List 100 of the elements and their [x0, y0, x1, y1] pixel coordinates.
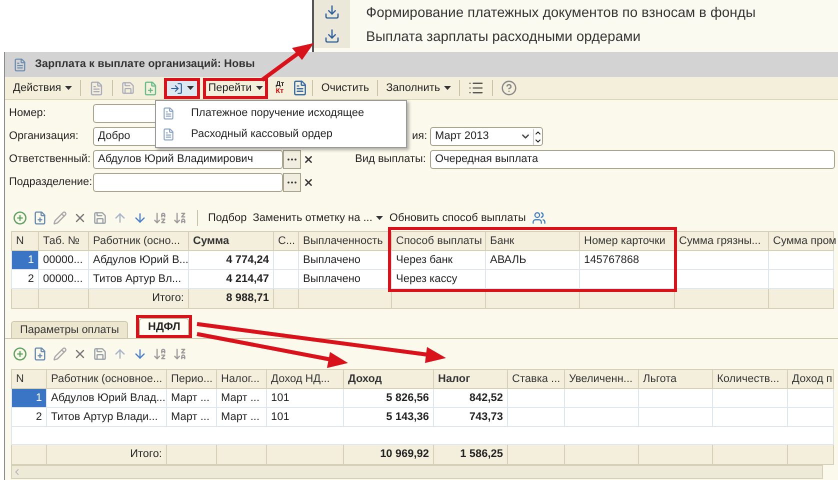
field-label: Вид выплаты:	[355, 152, 427, 168]
table-cell: 5 143,36	[386, 410, 429, 423]
download-icon	[324, 28, 340, 44]
total-cell: 1 586,25	[460, 448, 503, 460]
ellipsis-icon	[287, 181, 297, 184]
help-icon[interactable]	[501, 80, 518, 96]
delete-icon[interactable]	[73, 347, 87, 361]
column-header[interactable]: N	[16, 372, 24, 385]
move-up-icon[interactable]	[113, 211, 127, 225]
field-label: Номер:	[9, 106, 47, 122]
table-cell: Абдулов Юрий В...	[93, 254, 188, 266]
table-cell: Март ...	[221, 392, 260, 404]
close-icon	[302, 154, 314, 165]
close-icon	[302, 177, 314, 188]
table-cell: Выплачено	[303, 254, 361, 266]
field-label: ия:	[412, 129, 428, 144]
move-down-icon[interactable]	[133, 347, 147, 361]
add-icon[interactable]	[13, 347, 27, 361]
sort-ascending-icon[interactable]	[153, 347, 167, 361]
total-label: Итого:	[130, 448, 162, 460]
field-label: Ответственный:	[9, 152, 92, 168]
menu-item[interactable]: Платежное поручение исходящее	[156, 103, 406, 124]
total-label: Итого:	[152, 292, 184, 304]
table-cell: 101	[271, 392, 290, 404]
save-icon[interactable]	[93, 211, 107, 225]
new-document-icon[interactable]	[143, 80, 158, 96]
add-icon[interactable]	[13, 211, 27, 225]
fill-menu[interactable]: Заполнить	[382, 80, 456, 96]
total-cell: 10 969,92	[380, 448, 429, 460]
tab[interactable]: НДФЛ	[139, 318, 190, 335]
payment-type-field[interactable]: Очередная выплата	[430, 150, 835, 169]
table-cell: Титов Артур Влади...	[51, 410, 158, 423]
table-cell: 4 774,24	[226, 254, 269, 266]
column-header[interactable]: Сумма пром	[773, 234, 836, 247]
table-cell: Титов Артур Вл...	[93, 272, 182, 285]
department-field[interactable]	[93, 173, 283, 192]
save-icon[interactable]	[121, 81, 136, 95]
title-bar: Зарплата к выплате организаций: Новы	[5, 52, 838, 77]
total-cell: 8 988,71	[226, 292, 269, 304]
table-cell: Март ...	[221, 410, 260, 423]
document-icon	[162, 128, 175, 141]
pick-button[interactable]: Подбор	[208, 210, 247, 226]
table-cell: Абдулов Юрий Влад...	[51, 392, 166, 404]
select-button[interactable]	[283, 150, 301, 169]
field-label: Организация:	[9, 129, 80, 144]
caret-icon	[65, 86, 72, 90]
replace-mark-menu[interactable]: Заменить отметку на ...	[252, 210, 384, 226]
move-down-icon[interactable]	[133, 211, 147, 225]
refresh-method-button[interactable]: Обновить способ выплаты	[389, 210, 526, 226]
document-icon	[13, 58, 27, 72]
table-cell: АВАЛЬ	[490, 254, 526, 266]
sort-ascending-icon[interactable]	[153, 211, 167, 225]
edit-icon[interactable]	[53, 211, 67, 225]
sort-descending-icon[interactable]	[173, 347, 187, 361]
enter-document-icon	[170, 82, 184, 94]
menu-item[interactable]: Формирование платежных документов по взносам в фонды	[314, 0, 838, 24]
table-cell: Через кассу	[396, 272, 458, 285]
period-field[interactable]: Март 2013	[430, 127, 543, 146]
copy-icon[interactable]	[33, 211, 47, 225]
responsible-field[interactable]: Абдулов Юрий Владимирович	[93, 150, 283, 169]
edit-icon[interactable]	[53, 347, 67, 361]
table-cell: 00000...	[43, 254, 83, 266]
goto-menu[interactable]: Перейти	[206, 80, 265, 96]
report-icon[interactable]	[292, 80, 308, 96]
table-cell: 101	[271, 410, 290, 423]
table-cell: 842,52	[469, 392, 503, 404]
actions-menu[interactable]: Действия	[9, 80, 76, 96]
caret-icon	[444, 86, 452, 90]
decrement-icon[interactable]	[534, 136, 542, 144]
horizontal-scrollbar[interactable]	[11, 465, 823, 479]
column-header[interactable]: N	[16, 234, 24, 247]
sort-descending-icon[interactable]	[173, 211, 187, 225]
users-icon[interactable]	[532, 211, 546, 225]
save-icon[interactable]	[93, 347, 107, 361]
caret-icon	[187, 86, 194, 90]
menu-item[interactable]: Расходный кассовый ордер	[156, 124, 406, 145]
table-cell: 4 214,47	[226, 272, 269, 285]
table-cell: 00000...	[43, 272, 83, 285]
increment-icon[interactable]	[534, 128, 542, 136]
move-up-icon[interactable]	[113, 347, 127, 361]
table-cell: Март ...	[171, 392, 210, 404]
caret-icon	[256, 86, 263, 90]
select-button[interactable]	[283, 173, 301, 192]
row-number[interactable]: 2	[12, 270, 38, 288]
caret-icon	[376, 216, 384, 220]
clear-button[interactable]: Очистить	[317, 80, 374, 96]
document-icon	[162, 107, 175, 120]
tab[interactable]: Параметры оплаты	[11, 321, 128, 338]
row-number[interactable]: 1	[12, 250, 38, 270]
table-cell: 145767868	[584, 254, 640, 266]
list-icon[interactable]	[468, 80, 484, 96]
column-header[interactable]: Банк	[490, 234, 514, 247]
table-cell: 5 826,56	[386, 392, 429, 404]
row-number[interactable]: 1	[12, 388, 46, 408]
row-number[interactable]: 2	[12, 408, 46, 426]
delete-icon[interactable]	[73, 211, 87, 225]
document-icon[interactable]	[89, 80, 104, 96]
copy-icon[interactable]	[33, 347, 47, 361]
menu-item[interactable]: Выплата зарплаты расходными ордерами	[314, 24, 838, 48]
table-cell: Выплачено	[303, 272, 361, 285]
